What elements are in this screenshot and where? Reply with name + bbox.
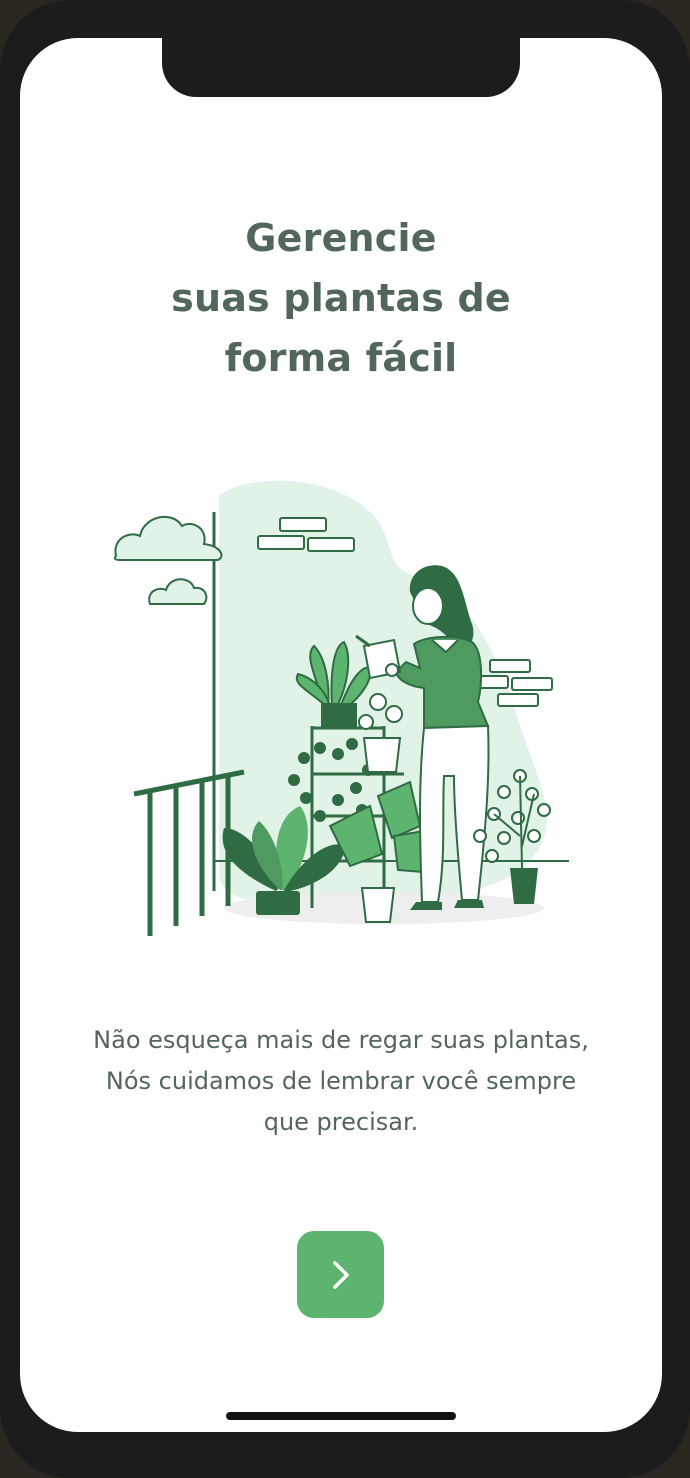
page-title: Gerencie suas plantas de forma fácil — [20, 208, 662, 388]
title-line-2: suas plantas de — [171, 276, 511, 320]
description-line-1: Não esqueça mais de regar suas plantas, — [93, 1026, 589, 1054]
cloud-large-icon — [113, 516, 223, 561]
title-line-3: forma fácil — [224, 336, 458, 380]
title-line-1: Gerencie — [245, 216, 437, 260]
chevron-right-icon — [332, 1260, 349, 1289]
description-line-3: que precisar. — [263, 1108, 419, 1136]
notch — [162, 38, 520, 97]
screen: Gerencie suas plantas de forma fácil Não… — [20, 38, 662, 1432]
watering-plants-illustration — [113, 480, 569, 936]
cloud-small-icon — [148, 578, 208, 605]
next-button[interactable] — [297, 1231, 384, 1318]
home-indicator[interactable] — [226, 1412, 456, 1420]
phone-frame: Gerencie suas plantas de forma fácil Não… — [0, 0, 690, 1478]
description-line-2: Nós cuidamos de lembrar você sempre — [105, 1067, 577, 1095]
onboarding-description: Não esqueça mais de regar suas plantas, … — [20, 1020, 662, 1143]
